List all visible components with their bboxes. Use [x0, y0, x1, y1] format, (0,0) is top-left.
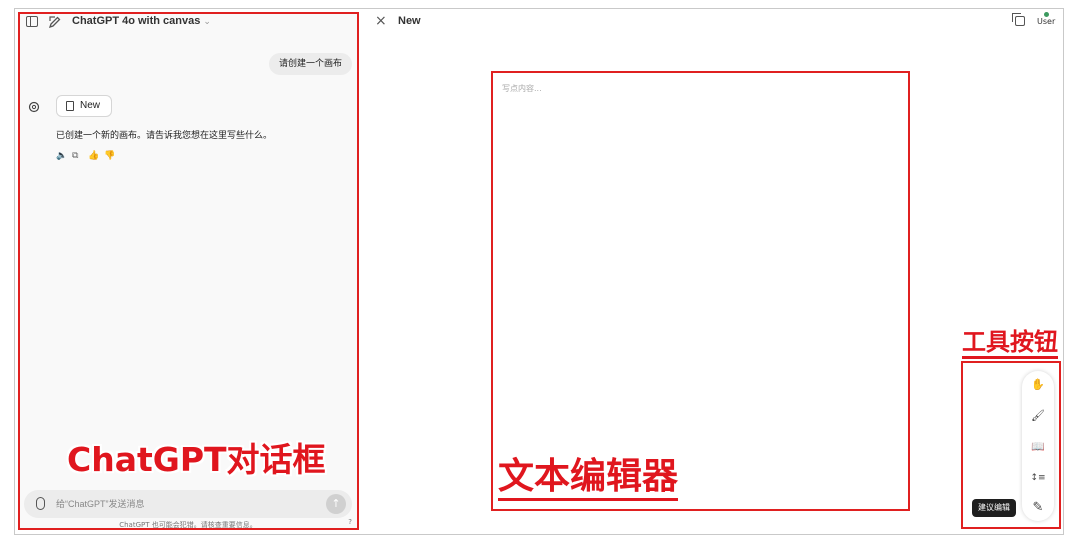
close-canvas-icon[interactable]: × [375, 13, 387, 29]
chevron-down-icon: ⌄ [203, 16, 211, 26]
length-icon[interactable]: ↕≡ [1028, 468, 1048, 488]
tools-annotation-label: 工具按钮 [962, 328, 1058, 359]
thumbs-down-icon[interactable]: 👎 [104, 150, 115, 162]
chat-annotation-label: ChatGPT对话框 [67, 440, 326, 479]
sidebar-toggle-icon[interactable] [26, 16, 38, 27]
help-icon[interactable]: ? [348, 518, 352, 526]
canvas-title: New [398, 15, 421, 27]
chat-header: ChatGPT 4o with canvas ⌄ [18, 12, 358, 34]
document-icon [66, 101, 74, 111]
model-selector[interactable]: ChatGPT 4o with canvas ⌄ [72, 15, 211, 27]
copy-message-icon[interactable]: ⧉ [72, 150, 78, 162]
suggest-edit-icon[interactable]: ✎ [1028, 498, 1048, 518]
disclaimer-text: ChatGPT 也可能会犯错。请核查重要信息。 [119, 521, 257, 529]
status-dot [1044, 12, 1049, 17]
suggest-edit-tooltip: 建议编辑 [972, 499, 1016, 517]
brush-icon[interactable]: 🖌 [1028, 406, 1048, 426]
message-input[interactable] [56, 497, 316, 511]
editor-placeholder[interactable]: 写点内容... [502, 83, 542, 94]
tool-bar: ✋ 🖌 📖 ↕≡ ✎ [1022, 371, 1054, 521]
send-button[interactable]: ↑ [326, 494, 346, 514]
attach-icon[interactable] [36, 497, 45, 510]
chatgpt-logo-icon [28, 98, 40, 113]
read-aloud-icon[interactable]: 🔈 [56, 150, 67, 162]
message-composer: ↑ [24, 490, 352, 518]
user-message: 请创建一个画布 [268, 53, 352, 75]
new-chat-icon[interactable] [48, 14, 62, 29]
book-icon[interactable]: 📖 [1028, 437, 1048, 457]
canvas-chip-label: New [80, 100, 101, 111]
hand-icon[interactable]: ✋ [1028, 375, 1048, 395]
copy-icon[interactable] [1012, 13, 1025, 26]
assistant-message: 已创建一个新的画布。请告诉我您想在这里写些什么。 [56, 131, 273, 141]
thumbs-up-icon[interactable]: 👍 [88, 150, 99, 162]
canvas-chip[interactable]: New [56, 95, 112, 117]
editor-annotation-label: 文本编辑器 [498, 456, 679, 501]
